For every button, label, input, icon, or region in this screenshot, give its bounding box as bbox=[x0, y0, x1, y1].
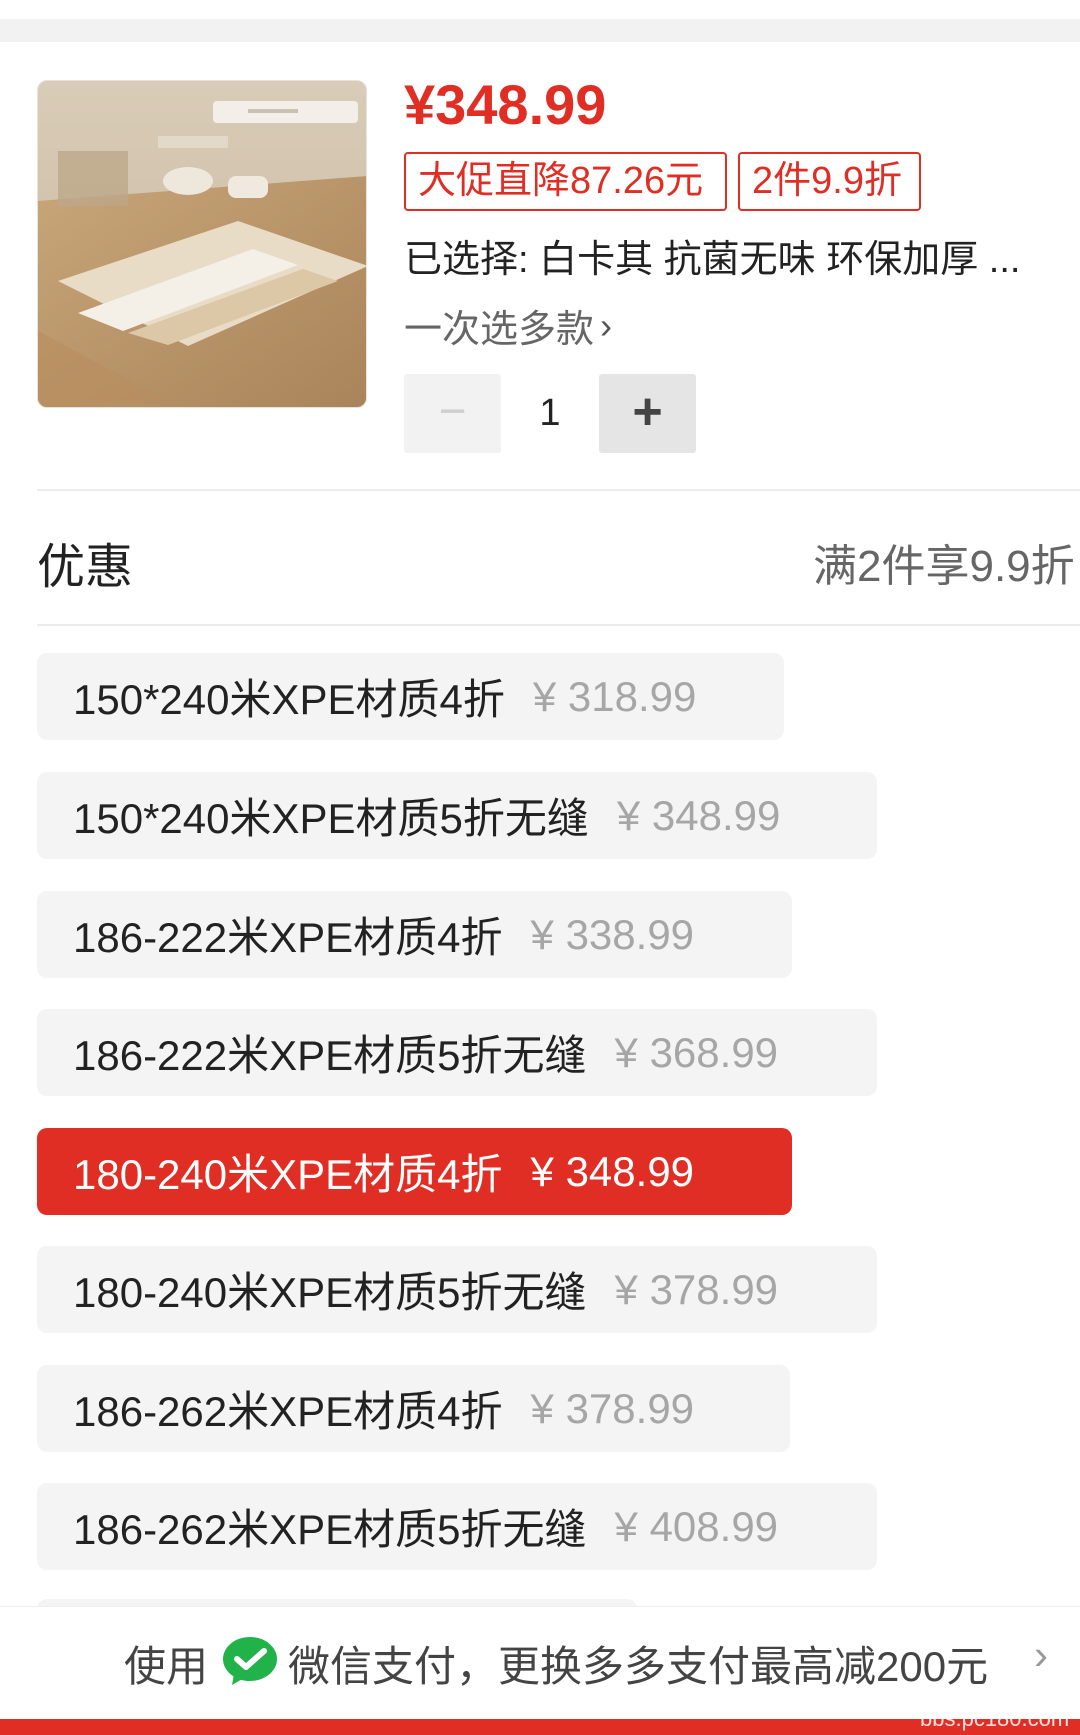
multi-select-label: 一次选多款 bbox=[404, 309, 595, 351]
sku-option[interactable]: 180-240米XPE材质5折无缝 ¥ 378.99 bbox=[37, 1246, 877, 1333]
sku-selector-page: ¥348.99 大促直降87.26元 2件9.9折 已选择: 白卡其 抗菌无味 … bbox=[0, 0, 1080, 1735]
payment-text: 微信支付，更换多多支付最高减200元 bbox=[288, 1643, 989, 1690]
product-image bbox=[38, 81, 366, 407]
sku-option-price: ¥ 408.99 bbox=[614, 1502, 779, 1550]
sku-option-selected[interactable]: 180-240米XPE材质4折 ¥ 348.99 bbox=[37, 1128, 792, 1215]
sku-option-price: ¥ 378.99 bbox=[530, 1384, 695, 1432]
sku-option[interactable]: 186-222米XPE材质4折 ¥ 338.99 bbox=[37, 891, 792, 978]
discount-tag: 2件9.9折 bbox=[738, 152, 921, 211]
divider bbox=[37, 489, 1080, 491]
sku-option-name: 180-240米XPE材质5折无缝 bbox=[73, 1269, 587, 1316]
wechat-pay-icon bbox=[223, 1637, 277, 1685]
divider bbox=[37, 624, 1080, 626]
sku-option[interactable]: 186-222米XPE材质5折无缝 ¥ 368.99 bbox=[37, 1009, 877, 1096]
promotion-label: 优惠 bbox=[37, 541, 134, 594]
sku-option-price: ¥ 368.99 bbox=[614, 1028, 779, 1076]
sku-option[interactable]: 186-262米XPE材质5折无缝 ¥ 408.99 bbox=[37, 1483, 877, 1570]
chevron-right-icon: › bbox=[600, 304, 613, 346]
multi-select-link[interactable]: 一次选多款 › bbox=[404, 298, 612, 353]
sku-option-name: 150*240米XPE材质5折无缝 bbox=[73, 795, 589, 842]
promotion-value[interactable]: 满2件享9.9折 bbox=[813, 530, 1075, 594]
quantity-decrement-button[interactable]: − bbox=[404, 374, 501, 453]
top-strip bbox=[0, 0, 1080, 19]
product-thumbnail[interactable] bbox=[37, 80, 367, 408]
selected-spec: 已选择: 白卡其 抗菌无味 环保加厚 ... bbox=[404, 239, 1021, 281]
quantity-increment-button[interactable]: + bbox=[599, 374, 696, 453]
sku-option-name: 186-262米XPE材质5折无缝 bbox=[73, 1506, 587, 1553]
product-price: ¥348.99 bbox=[404, 73, 607, 136]
bottom-action-bar[interactable] bbox=[0, 1719, 1080, 1735]
sku-option-name: 186-222米XPE材质4折 bbox=[73, 914, 503, 961]
sku-option-price: ¥ 378.99 bbox=[614, 1265, 779, 1313]
promo-tag: 大促直降87.26元 bbox=[404, 152, 727, 211]
top-separator bbox=[0, 19, 1080, 42]
sku-option[interactable]: 186-262米XPE材质4折 ¥ 378.99 bbox=[37, 1365, 790, 1452]
sku-option[interactable]: 150*240米XPE材质4折 ¥ 318.99 bbox=[37, 653, 784, 740]
quantity-value[interactable]: 1 bbox=[501, 374, 599, 453]
sku-option[interactable]: 150*240米XPE材质5折无缝 ¥ 348.99 bbox=[37, 772, 877, 859]
sku-option-price: ¥ 318.99 bbox=[532, 672, 697, 720]
watermark: bbs.pc180.com bbox=[920, 1706, 1070, 1731]
sku-option-price: ¥ 348.99 bbox=[530, 1147, 695, 1195]
sku-option-price: ¥ 338.99 bbox=[530, 910, 695, 958]
sku-option-price: ¥ 348.99 bbox=[616, 791, 781, 839]
payment-prefix: 使用 bbox=[124, 1643, 209, 1690]
sku-option-name: 186-262米XPE材质4折 bbox=[73, 1388, 503, 1435]
sku-option-name: 150*240米XPE材质4折 bbox=[73, 676, 505, 723]
chevron-right-icon[interactable]: › bbox=[1034, 1631, 1048, 1679]
sku-option-name: 186-222米XPE材质5折无缝 bbox=[73, 1032, 587, 1079]
sku-option-name: 180-240米XPE材质4折 bbox=[73, 1151, 503, 1198]
